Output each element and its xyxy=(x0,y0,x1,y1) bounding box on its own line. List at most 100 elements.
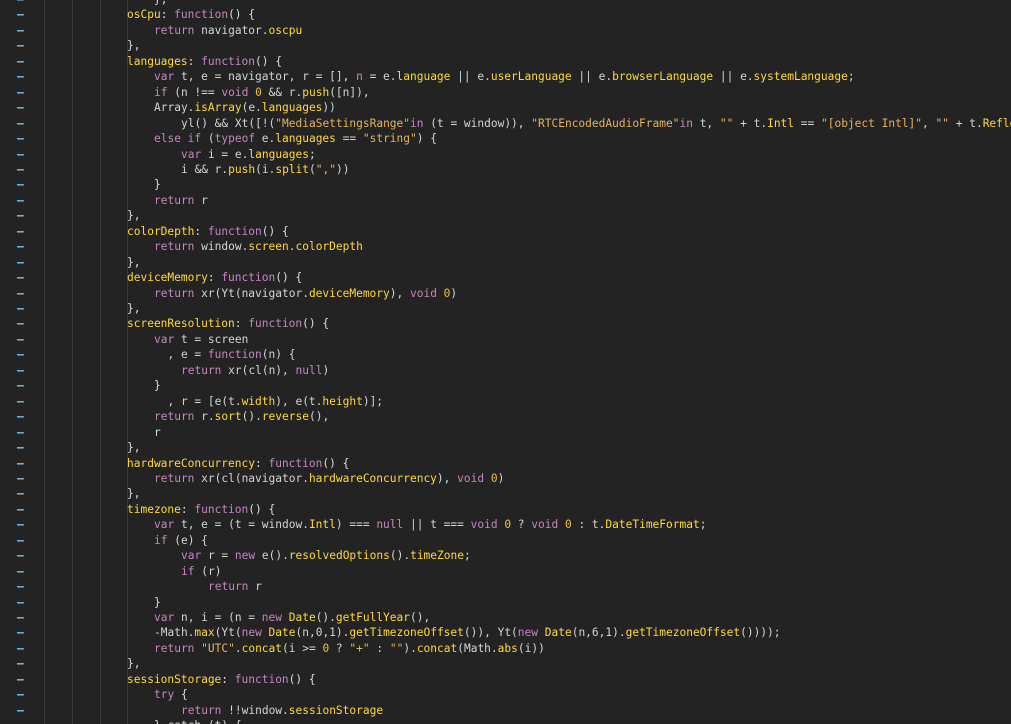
code-area[interactable]: –},–osCpu: function() {–return navigator… xyxy=(0,0,1011,724)
code-token: getFullYear xyxy=(335,611,410,624)
code-line[interactable]: – var i = e.languages; xyxy=(0,147,1011,162)
code-token: screenResolution xyxy=(127,317,235,331)
code-token: { xyxy=(180,688,188,702)
code-line[interactable]: –}, xyxy=(0,440,1011,455)
code-line[interactable]: – deviceMemory: function() { xyxy=(0,270,1011,285)
code-line[interactable]: – timezone: function() { xyxy=(0,502,1011,517)
code-token: || e. xyxy=(450,70,491,84)
code-token: languages xyxy=(275,132,336,146)
code-line[interactable]: – colorDepth: function() { xyxy=(0,224,1011,239)
code-line[interactable]: –} xyxy=(0,378,1011,393)
code-token: (r) xyxy=(201,564,222,578)
code-token: return xyxy=(154,471,202,485)
code-text: var t, e = navigator, r = [], n = e.lang… xyxy=(154,69,855,84)
code-line[interactable]: – , e = function(n) { xyxy=(0,347,1011,362)
code-token: : xyxy=(180,502,195,516)
code-line[interactable]: – Array.isArray(e.languages)) xyxy=(0,100,1011,115)
code-token: new xyxy=(234,549,262,563)
code-line[interactable]: – r xyxy=(0,425,1011,440)
code-editor[interactable]: –},–osCpu: function() {–return navigator… xyxy=(0,0,1011,724)
code-token: "RTCEncodedAudioFrame" xyxy=(531,116,680,130)
code-line[interactable]: – return window.screen.colorDepth xyxy=(0,239,1011,254)
code-token: xr(cl(navigator. xyxy=(201,471,309,485)
code-line[interactable]: – , r = [e(t.width), e(t.height)]; xyxy=(0,394,1011,409)
code-line[interactable]: – return !!window.sessionStorage xyxy=(0,703,1011,718)
gutter-marker: – xyxy=(17,317,24,331)
code-line[interactable]: – try { xyxy=(0,687,1011,702)
code-line[interactable]: – var r = new e().resolvedOptions().timeZ… xyxy=(0,548,1011,563)
code-line[interactable]: – languages: function() { xyxy=(0,54,1011,69)
code-line[interactable]: –}, xyxy=(0,0,1011,7)
code-line[interactable]: –}, xyxy=(0,38,1011,53)
gutter-marker: – xyxy=(17,8,24,22)
code-token: , xyxy=(922,116,936,130)
code-line[interactable]: –}, xyxy=(0,255,1011,270)
code-token: languages xyxy=(127,54,188,68)
code-line[interactable]: – return r xyxy=(0,193,1011,208)
code-line[interactable]: – sessionStorage: function() { xyxy=(0,672,1011,687)
code-line[interactable]: – return r.sort().reverse(), xyxy=(0,409,1011,424)
code-line[interactable]: – if (e) { xyxy=(0,533,1011,548)
code-token: xr(cl(n), xyxy=(228,363,296,377)
code-text: return navigator.oscpu xyxy=(154,23,302,38)
gutter-marker: – xyxy=(17,363,24,377)
code-token: ([n]), xyxy=(329,85,370,99)
code-token: return xyxy=(154,240,202,254)
code-text: if (r) xyxy=(181,564,221,579)
code-token: void xyxy=(470,518,505,532)
code-line[interactable]: – return "UTC".concat(i >= 0 ? "+" : "").… xyxy=(0,641,1011,656)
code-line[interactable]: – var n, i = (n = new Date().getFullYear(… xyxy=(0,610,1011,625)
code-token: , r = [e(t. xyxy=(154,394,242,408)
gutter-marker: – xyxy=(17,595,24,609)
code-line[interactable]: – return navigator.oscpu xyxy=(0,23,1011,38)
code-token: window. xyxy=(201,240,249,254)
code-text: }, xyxy=(127,38,140,53)
code-token: return xyxy=(154,410,202,424)
code-line[interactable]: – if (n !== void 0 && r.push([n]), xyxy=(0,85,1011,100)
code-line[interactable]: – return r xyxy=(0,579,1011,594)
code-token: (). xyxy=(315,611,336,624)
code-token: in xyxy=(679,116,700,130)
code-token: (e) { xyxy=(174,533,208,547)
code-token: oscpu xyxy=(268,23,303,37)
code-token: i = e. xyxy=(207,147,249,161)
code-line[interactable]: –}, xyxy=(0,656,1011,671)
code-token: return xyxy=(181,363,229,377)
code-token: i && r. xyxy=(181,162,229,176)
code-token: r xyxy=(154,425,161,439)
code-token: ), xyxy=(389,286,410,300)
code-text: } xyxy=(154,378,161,393)
code-line[interactable]: – -Math.max(Yt(new Date(n,0,1).getTimezon… xyxy=(0,625,1011,640)
code-line[interactable]: –}, xyxy=(0,486,1011,501)
code-line[interactable]: – var t, e = (t = window.Intl) === null |… xyxy=(0,517,1011,532)
code-line[interactable]: – if (r) xyxy=(0,564,1011,579)
code-token: function xyxy=(207,224,262,238)
gutter-marker: – xyxy=(17,178,24,192)
code-token: reverse xyxy=(261,410,309,424)
code-line[interactable]: –}, xyxy=(0,301,1011,316)
code-text: timezone: function() { xyxy=(127,502,275,517)
code-line[interactable]: – return xr(cl(navigator.hardwareConcurre… xyxy=(0,471,1011,486)
code-line[interactable]: – return xr(Yt(navigator.deviceMemory), v… xyxy=(0,286,1011,301)
code-line[interactable]: – else if (typeof e.languages == "string"… xyxy=(0,131,1011,146)
code-line[interactable]: –} xyxy=(0,177,1011,192)
code-token: : xyxy=(234,317,249,331)
code-line[interactable]: – yl() && Xt([!("MediaSettingsRange"in (t… xyxy=(0,116,1011,131)
code-line[interactable]: –}, xyxy=(0,208,1011,223)
code-token: function xyxy=(201,54,255,68)
code-line[interactable]: –} catch (t) { xyxy=(0,718,1011,724)
code-line[interactable]: – osCpu: function() { xyxy=(0,7,1011,22)
code-token: null xyxy=(295,363,323,377)
code-text: }, xyxy=(127,440,140,455)
code-line[interactable]: – var t = screen xyxy=(0,332,1011,347)
code-token: r xyxy=(255,580,262,594)
code-line[interactable]: –} xyxy=(0,595,1011,610)
code-token: function xyxy=(234,672,289,686)
code-line[interactable]: – i && r.push(i.split(",")) xyxy=(0,162,1011,177)
code-token: var xyxy=(154,332,181,346)
gutter-marker: – xyxy=(17,502,24,516)
code-line[interactable]: – screenResolution: function() { xyxy=(0,316,1011,331)
code-line[interactable]: – var t, e = navigator, r = [], n = e.lan… xyxy=(0,69,1011,84)
code-line[interactable]: – return xr(cl(n), null) xyxy=(0,363,1011,378)
code-line[interactable]: – hardwareConcurrency: function() { xyxy=(0,456,1011,471)
